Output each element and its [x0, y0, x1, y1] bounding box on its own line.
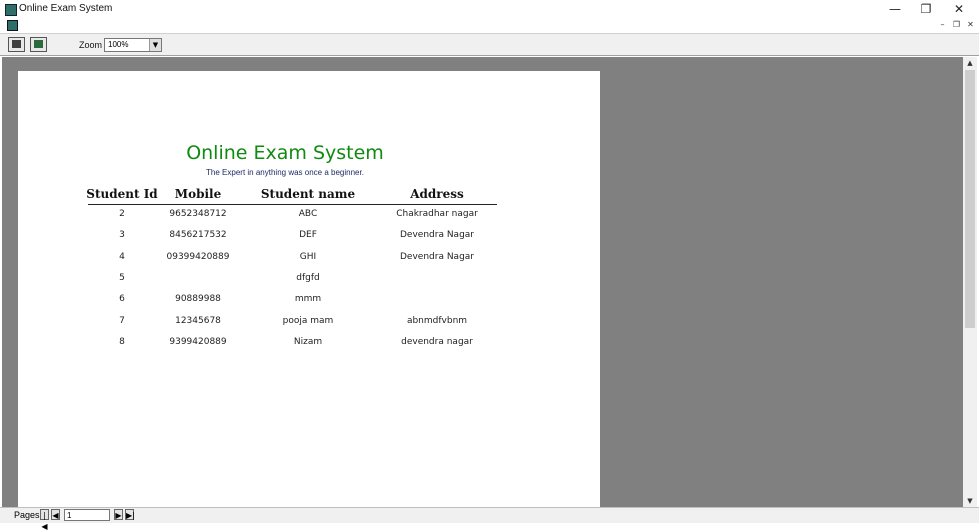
cell-student-name: Nizam — [293, 337, 323, 347]
pages-label: Pages: — [14, 510, 43, 520]
header-divider — [88, 204, 497, 205]
cell-address: Devendra Nagar — [400, 252, 474, 262]
column-header-student-id: Student Id — [86, 187, 158, 201]
next-page-button[interactable]: ▶ — [114, 509, 123, 520]
cell-student-name: GHI — [299, 252, 317, 262]
cell-address: devendra nagar — [401, 337, 473, 347]
vertical-scrollbar[interactable]: ▲ ▼ — [963, 57, 977, 507]
child-window-icon — [7, 20, 18, 31]
last-page-button[interactable]: ▶| — [125, 509, 135, 520]
restore-button[interactable]: ❐ — [911, 0, 941, 19]
cell-student-id: 8 — [119, 337, 125, 347]
report-toolbar: Zoom 100% ▼ — [0, 33, 979, 56]
cell-student-id: 4 — [119, 252, 125, 262]
cell-student-id: 5 — [119, 273, 125, 283]
page-number-input[interactable]: 1 — [64, 509, 110, 521]
cell-student-id: 3 — [119, 230, 125, 240]
child-minimize-button[interactable]: – — [937, 20, 948, 30]
chevron-down-icon[interactable]: ▼ — [149, 39, 161, 51]
cell-mobile: 09399420889 — [166, 252, 230, 262]
cell-student-id: 6 — [119, 294, 125, 304]
cell-student-id: 7 — [119, 316, 125, 326]
child-restore-button[interactable]: ❐ — [951, 20, 962, 30]
cell-student-name: ABC — [298, 209, 318, 219]
cell-mobile: 90889988 — [175, 294, 221, 304]
cell-mobile: 12345678 — [175, 316, 221, 326]
cell-student-name: dfgfd — [296, 273, 320, 283]
title-bar: Online Exam System — ❐ ✕ — [0, 0, 979, 19]
cell-student-id: 2 — [119, 209, 125, 219]
cell-mobile: 9652348712 — [169, 209, 227, 219]
column-header-address: Address — [410, 187, 464, 201]
scroll-up-icon[interactable]: ▲ — [963, 57, 977, 69]
cell-address: Chakradhar nagar — [396, 209, 478, 219]
scroll-thumb[interactable] — [965, 70, 975, 328]
zoom-value: 100% — [108, 40, 129, 49]
app-icon — [5, 4, 17, 16]
window-title: Online Exam System — [19, 3, 113, 14]
status-bar: Pages: |◀ ◀ 1 ▶ ▶| — [0, 507, 979, 531]
zoom-select[interactable]: 100% ▼ — [104, 38, 162, 52]
zoom-label: Zoom — [79, 40, 103, 50]
report-title: Online Exam System — [186, 142, 384, 164]
column-header-student-name: Student name — [260, 187, 356, 201]
export-button[interactable] — [30, 37, 47, 52]
scroll-down-icon[interactable]: ▼ — [963, 495, 977, 507]
printer-icon — [12, 40, 21, 48]
prev-page-button[interactable]: ◀ — [51, 509, 60, 520]
print-button[interactable] — [8, 37, 25, 52]
cell-student-name: DEF — [299, 230, 317, 240]
cell-address: abnmdfvbnm — [406, 316, 468, 326]
export-icon — [34, 40, 43, 48]
close-button[interactable]: ✕ — [944, 0, 974, 19]
cell-mobile: 8456217532 — [169, 230, 227, 240]
minimize-button[interactable]: — — [880, 0, 910, 19]
mdi-strip — [0, 19, 979, 32]
report-subtitle: The Expert in anything was once a beginn… — [206, 168, 364, 177]
cell-student-name: pooja mam — [282, 316, 334, 326]
cell-address: Devendra Nagar — [400, 230, 474, 240]
report-viewport: Online Exam System The Expert in anythin… — [2, 57, 963, 507]
column-header-mobile: Mobile — [174, 187, 222, 201]
child-close-button[interactable]: ✕ — [965, 20, 976, 30]
cell-mobile: 9399420889 — [169, 337, 227, 347]
report-page: Online Exam System The Expert in anythin… — [18, 71, 600, 507]
cell-student-name: mmm — [294, 294, 322, 304]
first-page-button[interactable]: |◀ — [40, 509, 49, 531]
